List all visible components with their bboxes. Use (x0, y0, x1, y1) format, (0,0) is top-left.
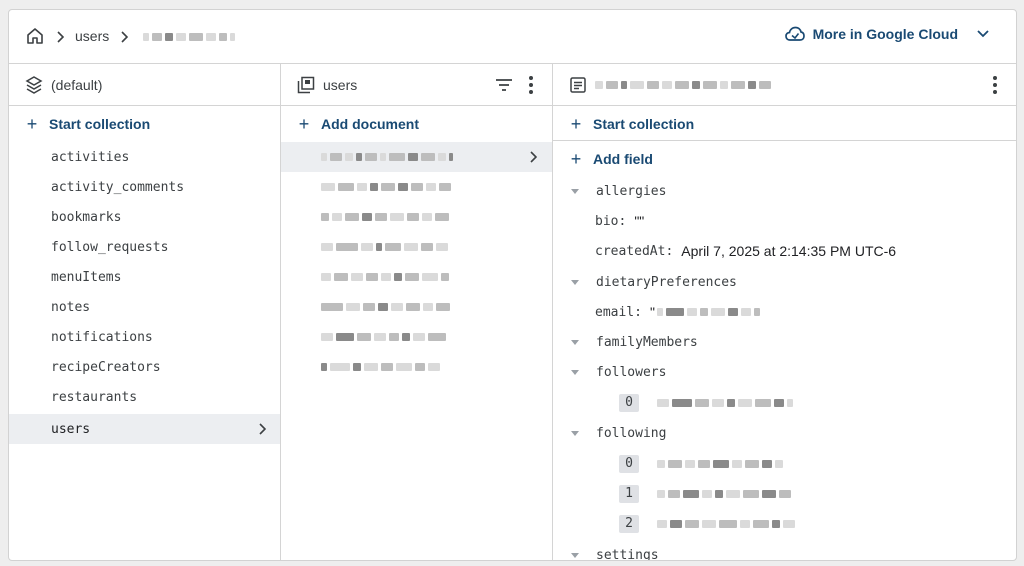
database-stack-icon (25, 76, 43, 94)
document-row[interactable] (281, 352, 552, 382)
collection-item-activities[interactable]: activities (9, 142, 280, 172)
collection-item-follow-requests[interactable]: follow_requests (9, 232, 280, 262)
document-id-redacted (321, 213, 449, 221)
chevron-right-icon (259, 423, 266, 435)
more-in-google-cloud-label: More in Google Cloud (812, 26, 958, 42)
expand-arrow-icon[interactable] (571, 552, 579, 558)
array-value-redacted (657, 399, 793, 407)
array-value-redacted (657, 460, 783, 468)
document-id-redacted (321, 333, 446, 341)
following-item-1[interactable]: 1 (619, 484, 791, 504)
collection-item-recipecreators[interactable]: recipeCreators (9, 352, 280, 382)
field-settings[interactable]: settings (569, 545, 659, 560)
document-row[interactable] (281, 322, 552, 352)
document-icon (570, 77, 586, 93)
home-icon[interactable] (25, 26, 45, 46)
array-index: 1 (619, 485, 639, 503)
array-index: 0 (619, 455, 639, 473)
database-header: (default) (9, 64, 280, 106)
more-in-google-cloud-button[interactable]: More in Google Cloud (784, 26, 990, 42)
collection-item-menuitems[interactable]: menuItems (9, 262, 280, 292)
more-vert-icon[interactable] (993, 76, 997, 94)
collection-icon (297, 76, 315, 94)
document-id-redacted (321, 363, 440, 371)
divider (553, 140, 1016, 141)
collection-header: users (281, 64, 552, 106)
field-email[interactable]: email: " (595, 302, 760, 322)
field-createdat[interactable]: createdAt: April 7, 2025 at 2:14:35 PM U… (595, 241, 896, 261)
document-row[interactable] (281, 292, 552, 322)
expand-arrow-icon[interactable] (571, 279, 579, 285)
collection-item-restaurants[interactable]: restaurants (9, 382, 280, 412)
document-id-redacted (321, 153, 453, 161)
start-subcollection-button[interactable]: + Start collection (569, 114, 695, 134)
add-field-label: Add field (593, 151, 653, 167)
document-row[interactable] (281, 202, 552, 232)
expand-arrow-icon[interactable] (571, 188, 579, 194)
chevron-down-icon (977, 30, 989, 38)
document-id-redacted (321, 243, 448, 251)
plus-icon: + (26, 114, 38, 134)
start-collection-button[interactable]: + Start collection (25, 114, 151, 134)
document-row[interactable] (281, 172, 552, 202)
array-index: 2 (619, 515, 639, 533)
collection-item-notes[interactable]: notes (9, 292, 280, 322)
top-bar: users More in Google Cloud (9, 10, 1016, 64)
document-id-redacted (321, 303, 450, 311)
expand-arrow-icon[interactable] (571, 430, 579, 436)
email-value-redacted (656, 308, 760, 316)
firestore-console: users More in Google Cloud (default) + S… (8, 9, 1017, 561)
filter-icon[interactable] (495, 77, 513, 93)
document-id-redacted (321, 273, 449, 281)
following-item-0[interactable]: 0 (619, 454, 783, 474)
document-id-redacted (595, 81, 771, 89)
database-label: (default) (51, 77, 103, 93)
collection-item-notifications[interactable]: notifications (9, 322, 280, 352)
following-item-2[interactable]: 2 (619, 514, 795, 534)
plus-icon: + (298, 114, 310, 134)
array-index: 0 (619, 394, 639, 412)
document-panel: + Start collection + Add field allergies… (553, 64, 1016, 560)
collections-panel: (default) + Start collection activities … (9, 64, 281, 560)
add-field-button[interactable]: + Add field (569, 149, 653, 169)
cloud-icon (784, 26, 805, 41)
breadcrumb-document-id-redacted[interactable] (143, 33, 235, 41)
field-followers[interactable]: followers (569, 362, 666, 382)
document-header (553, 64, 1016, 106)
add-document-button[interactable]: + Add document (297, 114, 419, 134)
array-value-redacted (657, 490, 791, 498)
chevron-right-icon (57, 31, 65, 43)
chevron-right-icon (530, 151, 537, 163)
start-collection-label: Start collection (49, 116, 151, 132)
collection-label: users (323, 77, 358, 93)
add-document-label: Add document (321, 116, 419, 132)
more-vert-icon[interactable] (529, 76, 533, 94)
plus-icon: + (570, 149, 582, 169)
followers-item-0[interactable]: 0 (619, 393, 793, 413)
breadcrumb-users[interactable]: users (75, 28, 109, 44)
document-row[interactable] (281, 262, 552, 292)
field-allergies[interactable]: allergies (569, 181, 666, 201)
expand-arrow-icon[interactable] (571, 339, 579, 345)
array-value-redacted (657, 520, 795, 528)
chevron-right-icon (121, 31, 129, 43)
collection-item-users[interactable]: users (9, 414, 280, 444)
expand-arrow-icon[interactable] (571, 369, 579, 375)
document-id-redacted (321, 183, 451, 191)
field-bio[interactable]: bio: "" (595, 211, 644, 231)
field-following[interactable]: following (569, 423, 666, 443)
field-dietarypreferences[interactable]: dietaryPreferences (569, 272, 737, 292)
collection-item-activity-comments[interactable]: activity_comments (9, 172, 280, 202)
start-subcollection-label: Start collection (593, 116, 695, 132)
document-row[interactable] (281, 142, 552, 172)
field-familymembers[interactable]: familyMembers (569, 332, 698, 352)
documents-panel: users + Add document (281, 64, 553, 560)
document-row[interactable] (281, 232, 552, 262)
collection-item-bookmarks[interactable]: bookmarks (9, 202, 280, 232)
plus-icon: + (570, 114, 582, 134)
